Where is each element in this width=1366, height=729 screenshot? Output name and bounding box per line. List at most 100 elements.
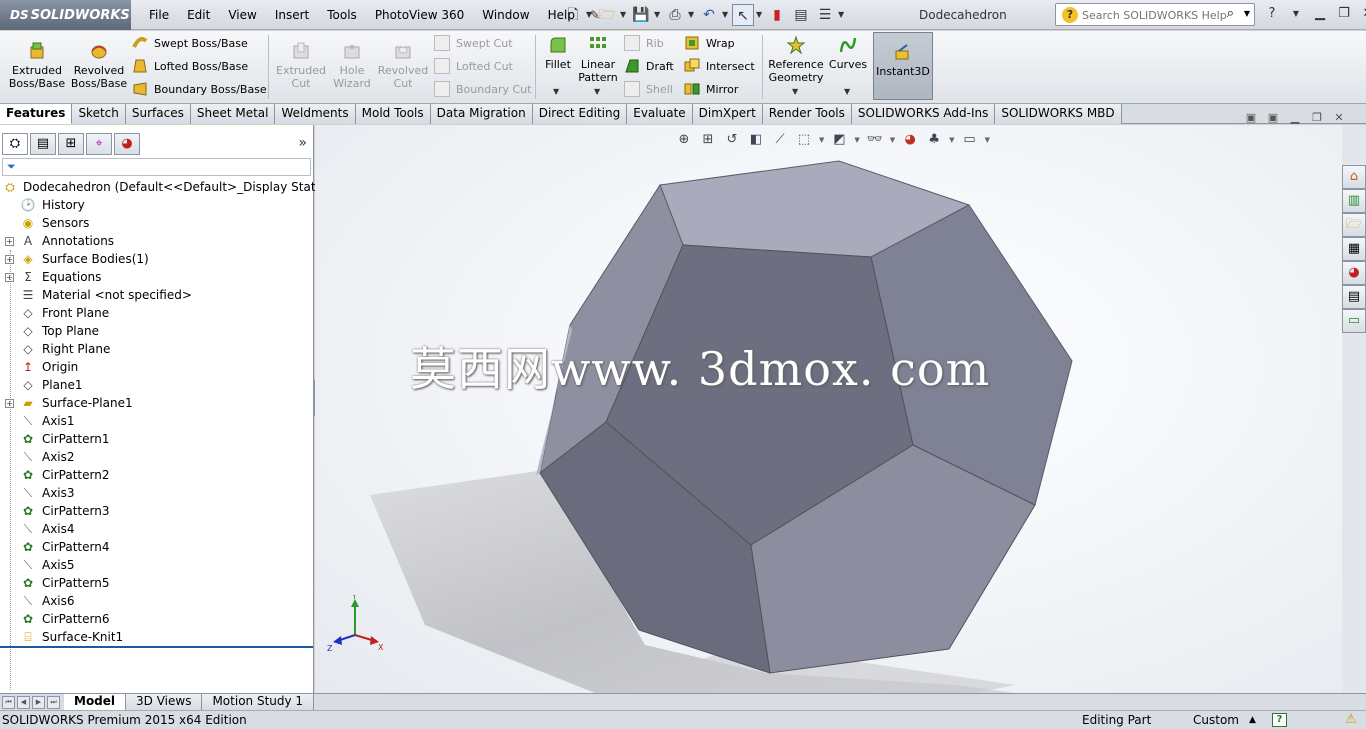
undo-icon[interactable]: ↶: [698, 4, 720, 26]
hole-wizard-button[interactable]: Hole Wizard: [330, 41, 374, 90]
design-library-icon[interactable]: ▥: [1342, 189, 1366, 213]
chevron-down-icon[interactable]: ▼: [844, 87, 850, 96]
search-box[interactable]: ? ⌕ ▼: [1055, 3, 1255, 26]
revolved-cut-button[interactable]: Revolved Cut: [376, 41, 430, 90]
shell-button[interactable]: Shell: [624, 79, 673, 99]
tab-weldments[interactable]: Weldments: [275, 104, 356, 124]
tab-motion-study-1[interactable]: Motion Study 1: [202, 693, 315, 711]
tree-item[interactable]: ⟍ Axis3: [0, 484, 313, 502]
swept-boss-button[interactable]: Swept Boss/Base: [132, 33, 248, 53]
tab-sketch[interactable]: Sketch: [72, 104, 126, 124]
rebuild-warning-icon[interactable]: ⚠: [1345, 713, 1357, 727]
swept-cut-button[interactable]: Swept Cut: [434, 33, 513, 53]
feature-manager-tab-icon[interactable]: ⛭: [2, 133, 28, 155]
tree-item[interactable]: ✿ CirPattern3: [0, 502, 313, 520]
first-tab-nav-icon[interactable]: ⏮: [2, 695, 15, 709]
print-icon[interactable]: ⎙: [664, 4, 686, 26]
search-icon[interactable]: ⌕: [1227, 6, 1234, 21]
tab-model[interactable]: Model: [64, 693, 127, 711]
boundary-boss-button[interactable]: Boundary Boss/Base: [132, 79, 267, 99]
custom-properties-icon[interactable]: ▤: [1342, 285, 1366, 309]
tab-mold-tools[interactable]: Mold Tools: [355, 104, 431, 124]
rollback-bar[interactable]: [0, 646, 313, 648]
close-icon[interactable]: ✕: [1359, 4, 1366, 24]
chevron-down-icon[interactable]: ▼: [654, 4, 662, 26]
tab-solidworks-add-ins[interactable]: SOLIDWORKS Add-Ins: [851, 104, 996, 124]
tab-evaluate[interactable]: Evaluate: [627, 104, 693, 124]
last-tab-nav-icon[interactable]: ⏭: [47, 695, 60, 709]
view-palette-icon[interactable]: ▦: [1342, 237, 1366, 261]
tree-filter-bar[interactable]: ⏷: [2, 158, 311, 176]
tab-features[interactable]: Features: [0, 104, 73, 124]
revolved-boss-button[interactable]: Revolved Boss/Base: [68, 41, 130, 90]
property-manager-tab-icon[interactable]: ▤: [30, 133, 56, 155]
reference-geometry-button[interactable]: Reference Geometry: [766, 35, 826, 84]
tile-vertical-icon[interactable]: ▣: [1266, 112, 1280, 124]
quick-tips-help-icon[interactable]: ?: [1272, 713, 1287, 727]
tree-item[interactable]: ⟍ Axis5: [0, 556, 313, 574]
dodecahedron-model[interactable]: [315, 125, 1342, 693]
display-manager-tab-icon[interactable]: ◕: [114, 133, 140, 155]
tree-item[interactable]: ⟍ Axis4: [0, 520, 313, 538]
help-icon[interactable]: ?: [1263, 4, 1281, 24]
extruded-cut-button[interactable]: Extruded Cut: [272, 41, 330, 90]
tab-render-tools[interactable]: Render Tools: [762, 104, 852, 124]
menu-insert[interactable]: Insert: [266, 0, 318, 30]
chevron-down-icon[interactable]: ▼: [756, 4, 764, 26]
chevron-down-icon[interactable]: ▼: [838, 4, 846, 26]
tree-item[interactable]: ⌸ Surface-Knit1: [0, 628, 313, 646]
tree-item[interactable]: ⟍ Axis6: [0, 592, 313, 610]
doc-close-icon[interactable]: ✕: [1332, 112, 1346, 124]
tree-item[interactable]: ◉ Sensors: [0, 214, 313, 232]
graphics-area[interactable]: ⊕ ⊞ ↺ ◧ ⟋ ⬚ ▼ ◩ ▼ 👓 ▼ ◕ ♣ ▼ ▭ ▼ 莫西网www. …: [315, 125, 1342, 693]
tree-item[interactable]: ✿ CirPattern1: [0, 430, 313, 448]
file-explorer-icon[interactable]: 🗁: [1342, 213, 1366, 237]
chevron-up-icon[interactable]: ▲: [1249, 711, 1256, 729]
tree-item[interactable]: ✿ CirPattern4: [0, 538, 313, 556]
tree-item[interactable]: ◇ Right Plane: [0, 340, 313, 358]
chevron-down-icon[interactable]: ▼: [586, 4, 594, 26]
menu-view[interactable]: View: [219, 0, 265, 30]
tree-item[interactable]: ◇ Top Plane: [0, 322, 313, 340]
chevron-down-icon[interactable]: ▼: [1244, 9, 1250, 18]
intersect-button[interactable]: Intersect: [684, 56, 755, 76]
fillet-button[interactable]: Fillet: [540, 35, 576, 71]
chevron-down-icon[interactable]: ▼: [688, 4, 696, 26]
tree-item[interactable]: ◇ Front Plane: [0, 304, 313, 322]
tree-item[interactable]: ◇ Plane1: [0, 376, 313, 394]
tab-data-migration[interactable]: Data Migration: [430, 104, 533, 124]
select-arrow-icon[interactable]: ↖: [732, 4, 754, 26]
configuration-manager-tab-icon[interactable]: ⊞: [58, 133, 84, 155]
tree-item[interactable]: ☰ Material <not specified>: [0, 286, 313, 304]
tree-item[interactable]: + Σ Equations: [0, 268, 313, 286]
tab-3d-views[interactable]: 3D Views: [126, 693, 203, 711]
tree-item[interactable]: ⟍ Axis2: [0, 448, 313, 466]
instant3d-button[interactable]: Instant3D: [873, 32, 933, 100]
curves-button[interactable]: Curves: [828, 35, 868, 71]
wrap-button[interactable]: Wrap: [684, 33, 735, 53]
appearances-scenes-icon[interactable]: ◕: [1342, 261, 1366, 285]
minimize-icon[interactable]: ▁: [1311, 4, 1329, 24]
panel-expand-icon[interactable]: »: [298, 135, 307, 151]
menu-window[interactable]: Window: [473, 0, 538, 30]
tab-sheet-metal[interactable]: Sheet Metal: [190, 104, 276, 124]
menu-edit[interactable]: Edit: [178, 0, 219, 30]
chevron-down-icon[interactable]: ▼: [594, 87, 600, 96]
next-tab-nav-icon[interactable]: ▶: [32, 695, 45, 709]
draft-button[interactable]: Draft: [624, 56, 674, 76]
tree-item[interactable]: 🕑 History: [0, 196, 313, 214]
doc-minimize-icon[interactable]: ▁: [1288, 112, 1302, 124]
expand-icon[interactable]: +: [5, 237, 14, 246]
chevron-down-icon[interactable]: ▼: [620, 4, 628, 26]
tree-item[interactable]: ✿ CirPattern2: [0, 466, 313, 484]
mirror-button[interactable]: Mirror: [684, 79, 738, 99]
solidworks-logo[interactable]: DS SOLIDWORKS: [0, 0, 131, 30]
chevron-down-icon[interactable]: ▼: [553, 87, 559, 96]
extruded-boss-button[interactable]: Extruded Boss/Base: [6, 41, 68, 90]
tab-solidworks-mbd[interactable]: SOLIDWORKS MBD: [995, 104, 1122, 124]
lofted-cut-button[interactable]: Lofted Cut: [434, 56, 513, 76]
options-icon[interactable]: ☰: [814, 4, 836, 26]
rib-button[interactable]: Rib: [624, 33, 664, 53]
tab-dimxpert[interactable]: DimXpert: [692, 104, 763, 124]
doc-restore-icon[interactable]: ❐: [1310, 112, 1324, 124]
